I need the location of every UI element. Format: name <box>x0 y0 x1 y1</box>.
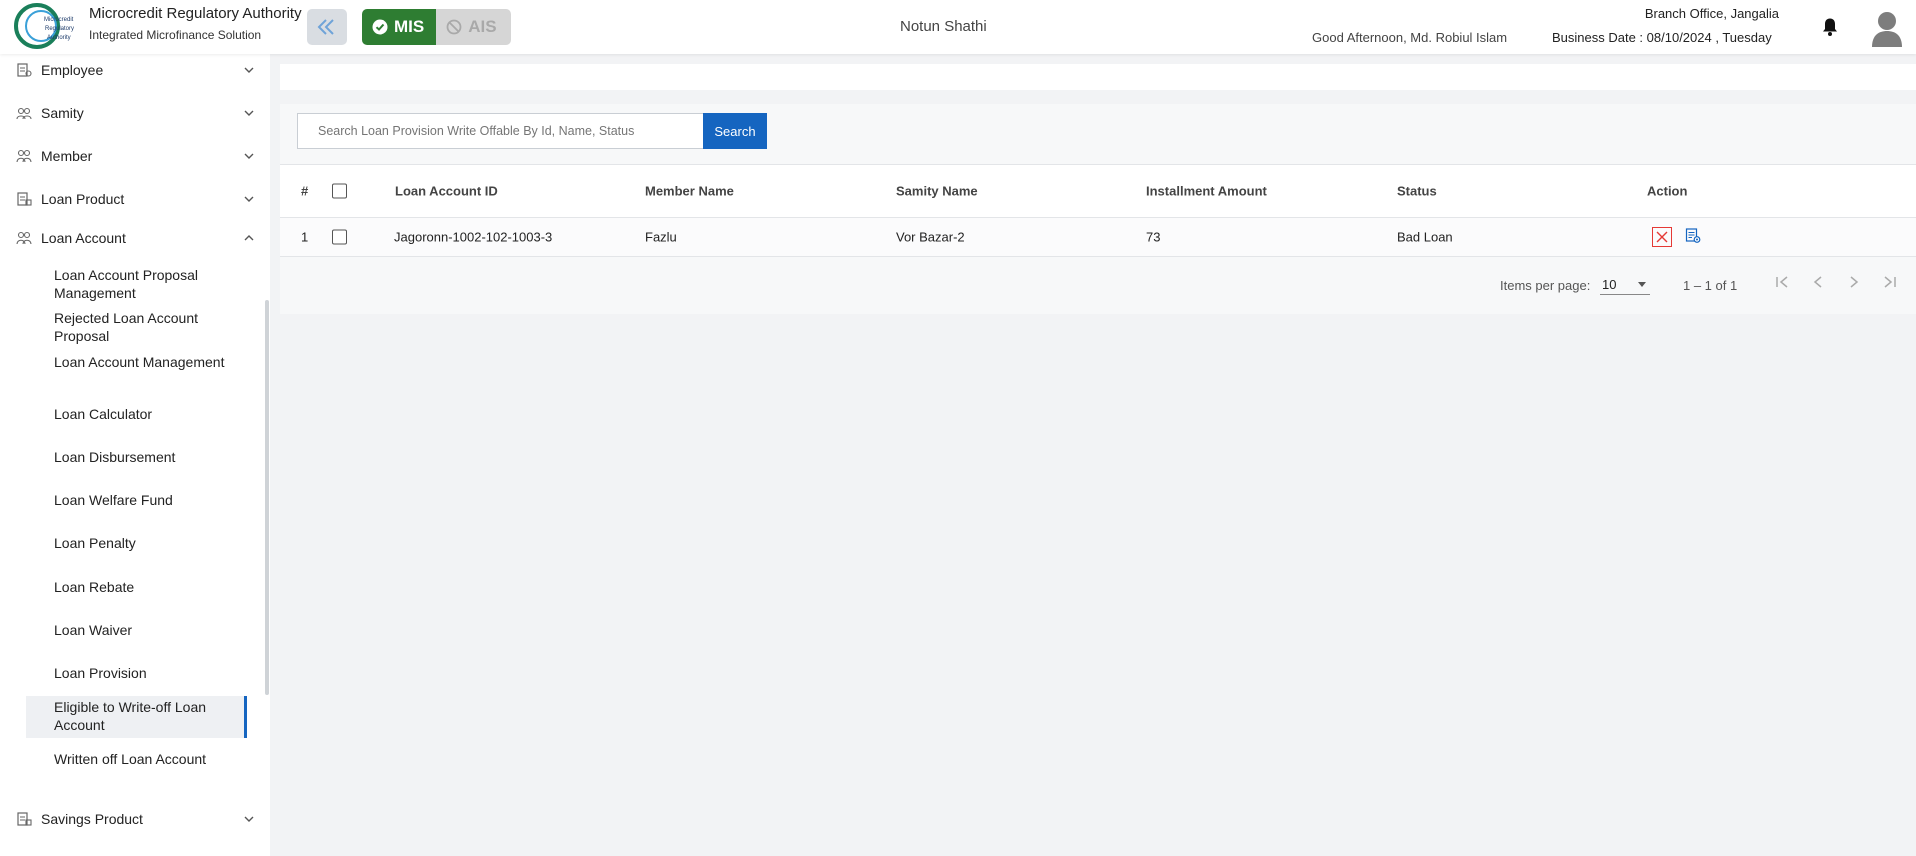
samity-icon <box>16 107 32 120</box>
business-date: Business Date : 08/10/2024 , Tuesday <box>1552 30 1772 45</box>
sidebar-item-loan-account[interactable]: Loan Account <box>0 223 262 253</box>
ais-label: AIS <box>468 17 497 36</box>
last-page-icon[interactable] <box>1880 272 1900 292</box>
sidebar-item-savings-product[interactable]: Savings Product <box>0 804 262 834</box>
loan-table: # Loan Account ID Member Name Samity Nam… <box>280 164 1916 257</box>
document-view-icon <box>1685 228 1701 243</box>
sidebar-item-label: Loan Product <box>41 191 125 207</box>
chevron-up-icon <box>244 235 254 241</box>
col-header-samity-name[interactable]: Samity Name <box>896 184 978 199</box>
check-circle-icon <box>372 19 388 35</box>
sub-item-loan-account-management[interactable]: Loan Account Management <box>54 353 234 371</box>
search-bar: Search <box>297 113 767 149</box>
sidebar-item-label: Employee <box>41 62 104 78</box>
sub-item-loan-provision[interactable]: Loan Provision <box>54 664 234 682</box>
col-header-status[interactable]: Status <box>1397 184 1437 199</box>
sub-item-loan-account-proposal-management[interactable]: Loan Account Proposal Management <box>54 266 234 302</box>
app-title: Notun Shathi <box>900 18 987 35</box>
block-icon <box>446 19 462 35</box>
svg-text:Regulatory: Regulatory <box>45 26 74 32</box>
page-range: 1 – 1 of 1 <box>1683 278 1738 293</box>
loan-status: Bad Loan <box>1397 229 1453 245</box>
sidebar-item-label: Savings Product <box>41 811 143 827</box>
loan-account-id: Jagoronn-1002-102-1003-3 <box>394 229 553 245</box>
chevron-down-icon <box>244 153 254 159</box>
items-per-page-label: Items per page: <box>1500 278 1591 293</box>
chevron-down-icon <box>244 816 254 822</box>
col-header-index: # <box>301 183 309 199</box>
search-input[interactable] <box>297 113 703 149</box>
sidebar-item-label: Samity <box>41 105 84 121</box>
loan-product-icon <box>17 192 32 206</box>
sidebar-scrollbar[interactable] <box>265 300 269 695</box>
sub-item-written-off-loan-account[interactable]: Written off Loan Account <box>54 750 234 768</box>
chevron-down-icon <box>244 196 254 202</box>
view-details-button[interactable] <box>1685 228 1701 247</box>
items-per-page-value: 10 <box>1602 277 1617 292</box>
search-button[interactable]: Search <box>703 113 767 149</box>
notification-bell-icon[interactable] <box>1821 17 1839 37</box>
org-subtitle: Integrated Microfinance Solution <box>89 28 262 42</box>
user-greeting: Good Afternoon, Md. Robiul Islam <box>1312 30 1508 45</box>
col-header-installment-amount[interactable]: Installment Amount <box>1146 184 1267 199</box>
loan-account-icon <box>16 231 32 245</box>
module-switch: MIS AIS <box>362 9 511 45</box>
user-avatar-icon[interactable] <box>1870 9 1904 47</box>
installment-amount: 73 <box>1146 229 1161 245</box>
mra-logo: Microcredit Regulatory Authority <box>14 3 74 49</box>
sidebar-item-employee[interactable]: Employee <box>0 55 262 85</box>
col-header-loan-account-id[interactable]: Loan Account ID <box>395 184 498 199</box>
sidebar-item-samity[interactable]: Samity <box>0 98 262 128</box>
svg-text:Microcredit: Microcredit <box>44 17 74 23</box>
col-header-member-name[interactable]: Member Name <box>645 184 734 199</box>
branch-name: Branch Office, Jangalia <box>1644 6 1779 21</box>
sub-item-loan-disbursement[interactable]: Loan Disbursement <box>54 448 234 466</box>
employee-icon <box>17 63 32 77</box>
mis-toggle-button[interactable]: MIS <box>362 9 437 45</box>
ais-toggle-button[interactable]: AIS <box>436 9 511 45</box>
col-header-action: Action <box>1647 183 1688 199</box>
sub-item-loan-rebate[interactable]: Loan Rebate <box>54 578 234 596</box>
sidebar-item-label: Loan Account <box>41 230 126 246</box>
member-icon <box>16 149 32 163</box>
sidebar-item-loan-product[interactable]: Loan Product <box>0 184 262 214</box>
member-name: Fazlu <box>645 229 677 245</box>
paginator: Items per page: 10 1 – 1 of 1 <box>280 255 1916 313</box>
savings-product-icon <box>17 812 32 826</box>
row-checkbox[interactable] <box>332 229 347 245</box>
double-chevron-left-icon <box>317 19 334 35</box>
samity-name: Vor Bazar-2 <box>896 229 965 245</box>
sub-item-rejected-loan-account-proposal[interactable]: Rejected Loan Account Proposal <box>54 309 234 345</box>
row-index: 1 <box>301 229 309 245</box>
sub-item-loan-waiver[interactable]: Loan Waiver <box>54 621 234 639</box>
org-name: Microcredit Regulatory Authority <box>89 5 302 22</box>
first-page-icon[interactable] <box>1772 272 1792 292</box>
chevron-down-icon <box>244 110 254 116</box>
previous-page-icon[interactable] <box>1808 272 1828 292</box>
chevron-down-icon <box>244 67 254 73</box>
table-row: 1 Jagoronn-1002-102-1003-3 Fazlu Vor Baz… <box>280 218 1916 257</box>
sidebar-item-label: Member <box>41 148 93 164</box>
dropdown-arrow-icon <box>1638 282 1646 287</box>
sub-item-loan-calculator[interactable]: Loan Calculator <box>54 405 234 423</box>
sub-item-loan-penalty[interactable]: Loan Penalty <box>54 534 234 552</box>
sub-item-loan-welfare-fund[interactable]: Loan Welfare Fund <box>54 491 234 509</box>
select-all-checkbox[interactable] <box>332 183 347 199</box>
content-top-strip <box>280 64 1916 90</box>
top-header: Microcredit Regulatory Authority Microcr… <box>0 0 1916 54</box>
table-header-row: # Loan Account ID Member Name Samity Nam… <box>280 164 1916 218</box>
sub-item-eligible-to-write-off-loan-account[interactable]: Eligible to Write-off Loan Account <box>54 698 234 734</box>
svg-text:Authority: Authority <box>47 35 71 41</box>
next-page-icon[interactable] <box>1844 272 1864 292</box>
items-per-page-select[interactable]: 10 <box>1600 272 1650 295</box>
sidebar-item-member[interactable]: Member <box>0 141 262 171</box>
close-icon <box>1656 231 1668 243</box>
collapse-sidebar-button[interactable] <box>307 9 347 45</box>
mis-label: MIS <box>394 17 425 36</box>
write-off-button[interactable] <box>1652 227 1672 247</box>
